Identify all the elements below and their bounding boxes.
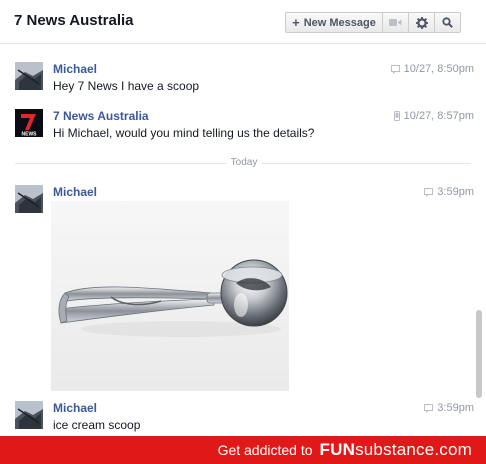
timestamp-text: 3:59pm (437, 402, 474, 414)
sender-name[interactable]: Michael (53, 62, 97, 76)
sender-name[interactable]: 7 News Australia (53, 109, 149, 123)
message-item: NEWS 7 News Australia Hi Michael, would … (0, 107, 486, 141)
message-timestamp: 10/27, 8:50pm (390, 63, 474, 75)
settings-button[interactable] (409, 12, 435, 33)
timestamp-text: 10/27, 8:50pm (403, 63, 474, 75)
watermark-banner: Get addicted to FUNsubstance.com (0, 436, 486, 464)
conversation-header: 7 News Australia + New Message (0, 0, 486, 44)
sender-name[interactable]: Michael (53, 401, 97, 415)
ice-cream-scoop-image (51, 201, 289, 391)
banner-brand-bold: FUN (319, 440, 356, 459)
avatar[interactable] (15, 185, 43, 213)
web-chat-icon (424, 187, 434, 197)
video-call-button[interactable] (383, 12, 409, 33)
new-message-button[interactable]: + New Message (285, 12, 383, 33)
timestamp-text: 10/27, 8:57pm (403, 110, 474, 122)
message-timestamp: 3:59pm (424, 186, 474, 198)
message-timestamp: 3:59pm (424, 402, 474, 414)
message-text: Hey 7 News I have a scoop (53, 79, 200, 93)
message-text: Hi Michael, would you mind telling us th… (53, 126, 315, 140)
message-text: ice cream scoop (53, 418, 141, 432)
message-timestamp: 10/27, 8:57pm (393, 110, 474, 122)
timestamp-text: 3:59pm (437, 186, 474, 198)
header-toolbar: + New Message (285, 12, 461, 33)
banner-brand-rest: substance.com (355, 440, 472, 459)
message-item: Michael Hey 7 News I have a scoop 10/27,… (0, 60, 486, 94)
gear-icon (415, 16, 428, 29)
photo-attachment[interactable] (51, 201, 289, 391)
video-camera-icon (389, 19, 402, 26)
avatar[interactable]: NEWS (15, 109, 43, 137)
svg-text:NEWS: NEWS (22, 132, 38, 138)
message-item: Michael ice cream scoop 3:59pm (0, 399, 486, 433)
web-chat-icon (390, 64, 400, 74)
mobile-phone-icon (393, 111, 400, 121)
message-item: Michael 3:59pm (0, 183, 486, 393)
conversation-title: 7 News Australia (14, 12, 134, 29)
banner-brand: FUNsubstance.com (320, 440, 472, 460)
search-button[interactable] (435, 12, 461, 33)
thread-scrollbar[interactable] (476, 310, 482, 398)
banner-text: Get addicted to (217, 442, 313, 458)
plus-icon: + (292, 15, 300, 30)
avatar[interactable] (15, 401, 43, 429)
web-chat-icon (424, 403, 434, 413)
search-icon (442, 17, 453, 28)
new-message-label: New Message (303, 16, 376, 29)
sender-name[interactable]: Michael (53, 185, 97, 199)
message-thread[interactable]: Michael Hey 7 News I have a scoop 10/27,… (0, 44, 486, 436)
avatar[interactable] (15, 62, 43, 90)
date-divider-label: Today (226, 157, 262, 168)
